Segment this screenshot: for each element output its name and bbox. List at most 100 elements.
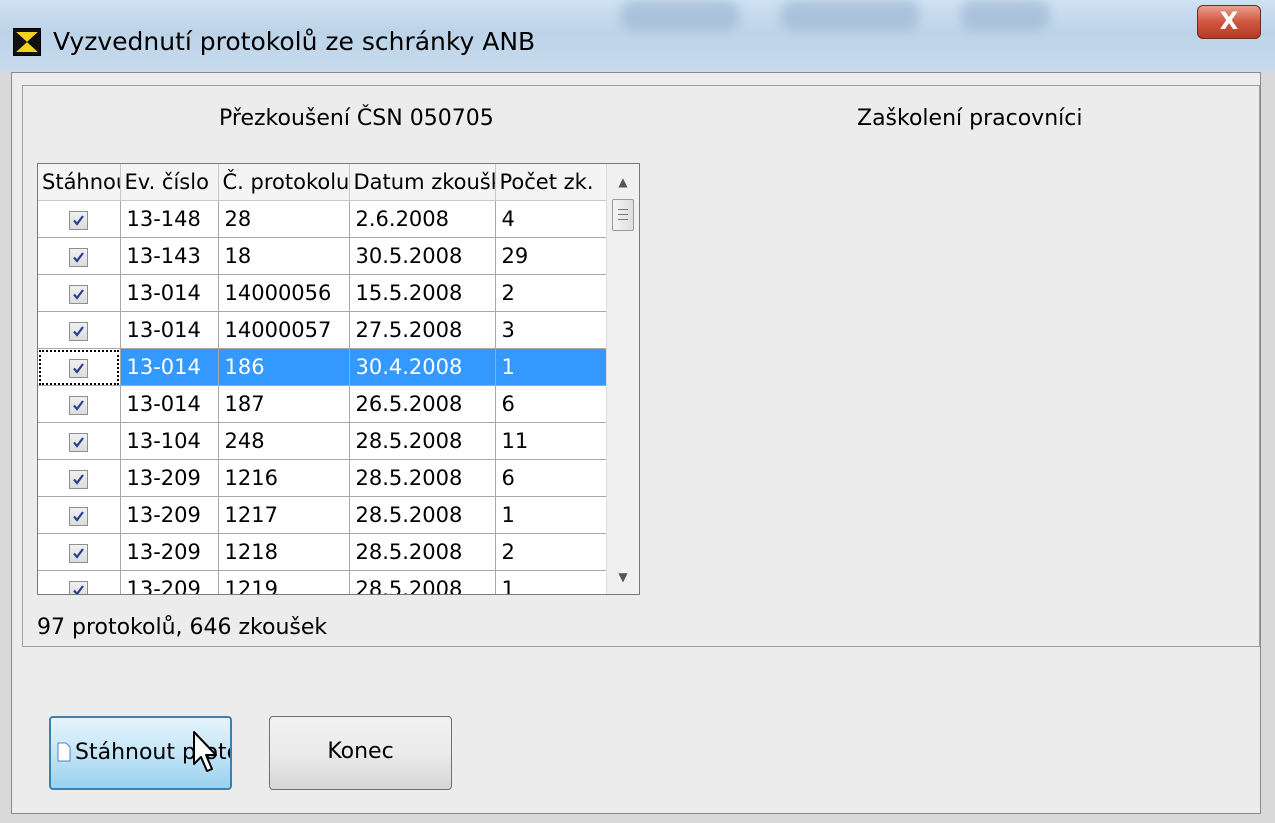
ev-number-cell[interactable]: 13-209 [120, 570, 219, 594]
test-count-cell[interactable]: 3 [495, 311, 607, 349]
download-checkbox[interactable] [69, 284, 89, 304]
protocol-number-cell[interactable]: 1217 [218, 496, 350, 534]
test-count-cell[interactable]: 11 [495, 422, 607, 460]
download-checkbox-cell[interactable] [38, 274, 121, 312]
download-checkbox[interactable] [69, 247, 89, 267]
test-date-cell[interactable]: 26.5.2008 [349, 385, 496, 423]
window-title: Vyzvednutí protokolů ze schránky ANB [53, 27, 536, 56]
background-blur [780, 0, 920, 30]
download-checkbox-cell[interactable] [38, 459, 121, 497]
column-header-ev-number[interactable]: Ev. číslo [120, 164, 219, 201]
table-row[interactable]: 13-209 1217 28.5.2008 1 [38, 496, 607, 534]
column-header-test-count[interactable]: Počet zk. [495, 164, 607, 201]
test-date-cell[interactable]: 30.5.2008 [349, 237, 496, 275]
test-count-cell[interactable]: 2 [495, 533, 607, 571]
download-checkbox[interactable] [69, 358, 89, 378]
test-date-cell[interactable]: 28.5.2008 [349, 459, 496, 497]
column-header-test-date[interactable]: Datum zkoušky [349, 164, 496, 201]
test-count-cell[interactable]: 1 [495, 496, 607, 534]
ev-number-cell[interactable]: 13-014 [120, 348, 219, 386]
document-icon [57, 742, 71, 762]
test-date-cell[interactable]: 28.5.2008 [349, 570, 496, 594]
column-header-protocol-number[interactable]: Č. protokolu [218, 164, 350, 201]
column-header-download[interactable]: Stáhnout [38, 164, 121, 201]
protocol-number-cell[interactable]: 1219 [218, 570, 350, 594]
download-checkbox-cell[interactable] [38, 200, 121, 238]
ev-number-cell[interactable]: 13-014 [120, 311, 219, 349]
test-count-cell[interactable]: 4 [495, 200, 607, 238]
protocol-number-cell[interactable]: 1218 [218, 533, 350, 571]
table-row[interactable]: 13-143 18 30.5.2008 29 [38, 237, 607, 275]
test-count-cell[interactable]: 1 [495, 570, 607, 594]
background-blur [960, 0, 1050, 30]
scroll-up-icon[interactable]: ▲ [607, 169, 639, 195]
download-checkbox-cell[interactable] [38, 422, 121, 460]
scroll-down-icon[interactable]: ▼ [607, 564, 639, 590]
ev-number-cell[interactable]: 13-143 [120, 237, 219, 275]
ev-number-cell[interactable]: 13-014 [120, 385, 219, 423]
exit-button[interactable]: Konec [269, 716, 452, 790]
protocol-number-cell[interactable]: 186 [218, 348, 350, 386]
ev-number-cell[interactable]: 13-209 [120, 496, 219, 534]
download-checkbox-cell[interactable] [38, 496, 121, 534]
download-checkbox-cell[interactable] [38, 533, 121, 571]
protocol-number-cell[interactable]: 14000057 [218, 311, 350, 349]
table-row[interactable]: 13-014 187 26.5.2008 6 [38, 385, 607, 423]
test-date-cell[interactable]: 27.5.2008 [349, 311, 496, 349]
protocol-number-cell[interactable]: 1216 [218, 459, 350, 497]
protocol-number-cell[interactable]: 248 [218, 422, 350, 460]
test-count-cell[interactable]: 29 [495, 237, 607, 275]
protocols-table: Stáhnout Ev. číslo Č. protokolu Datum zk… [38, 164, 607, 594]
vertical-scrollbar[interactable]: ▲ ▼ [606, 164, 639, 594]
ev-number-cell[interactable]: 13-209 [120, 459, 219, 497]
test-date-cell[interactable]: 28.5.2008 [349, 496, 496, 534]
title-bar[interactable]: Vyzvednutí protokolů ze schránky ANB X [0, 0, 1275, 72]
scroll-thumb[interactable] [612, 199, 634, 231]
table-row[interactable]: 13-209 1218 28.5.2008 2 [38, 533, 607, 571]
test-date-cell[interactable]: 15.5.2008 [349, 274, 496, 312]
table-row[interactable]: 13-014 14000056 15.5.2008 2 [38, 274, 607, 312]
download-checkbox-cell[interactable] [38, 311, 121, 349]
close-icon: X [1219, 7, 1239, 35]
grid-header-row: Stáhnout Ev. číslo Č. protokolu Datum zk… [38, 164, 607, 201]
table-row[interactable]: 13-104 248 28.5.2008 11 [38, 422, 607, 460]
protocol-number-cell[interactable]: 18 [218, 237, 350, 275]
download-checkbox[interactable] [69, 506, 89, 526]
ev-number-cell[interactable]: 13-104 [120, 422, 219, 460]
table-row[interactable]: 13-209 1216 28.5.2008 6 [38, 459, 607, 497]
test-date-cell[interactable]: 2.6.2008 [349, 200, 496, 238]
ev-number-cell[interactable]: 13-014 [120, 274, 219, 312]
table-row[interactable]: 13-014 186 30.4.2008 1 [38, 348, 607, 386]
exit-button-label: Konec [327, 739, 394, 764]
table-row[interactable]: 13-148 28 2.6.2008 4 [38, 200, 607, 238]
test-count-cell[interactable]: 6 [495, 459, 607, 497]
protocol-number-cell[interactable]: 28 [218, 200, 350, 238]
test-date-cell[interactable]: 30.4.2008 [349, 348, 496, 386]
download-checkbox-cell[interactable] [38, 348, 121, 386]
test-date-cell[interactable]: 28.5.2008 [349, 533, 496, 571]
download-checkbox-cell[interactable] [38, 385, 121, 423]
ev-number-cell[interactable]: 13-209 [120, 533, 219, 571]
close-button[interactable]: X [1197, 5, 1261, 39]
download-checkbox[interactable] [69, 321, 89, 341]
download-checkbox[interactable] [69, 469, 89, 489]
download-checkbox[interactable] [69, 543, 89, 563]
test-date-cell[interactable]: 28.5.2008 [349, 422, 496, 460]
protocol-number-cell[interactable]: 14000056 [218, 274, 350, 312]
ev-number-cell[interactable]: 13-148 [120, 200, 219, 238]
download-checkbox[interactable] [69, 432, 89, 452]
download-checkbox[interactable] [69, 210, 89, 230]
download-checkbox-cell[interactable] [38, 237, 121, 275]
download-checkbox[interactable] [69, 580, 89, 594]
download-checkbox[interactable] [69, 395, 89, 415]
table-row[interactable]: 13-014 14000057 27.5.2008 3 [38, 311, 607, 349]
test-count-cell[interactable]: 1 [495, 348, 607, 386]
summary-status: 97 protokolů, 646 zkoušek [37, 615, 328, 640]
test-count-cell[interactable]: 6 [495, 385, 607, 423]
table-row[interactable]: 13-209 1219 28.5.2008 1 [38, 570, 607, 594]
mouse-cursor-icon [193, 731, 217, 772]
protocol-number-cell[interactable]: 187 [218, 385, 350, 423]
protocols-grid[interactable]: Stáhnout Ev. číslo Č. protokolu Datum zk… [37, 163, 640, 595]
test-count-cell[interactable]: 2 [495, 274, 607, 312]
download-checkbox-cell[interactable] [38, 570, 121, 594]
